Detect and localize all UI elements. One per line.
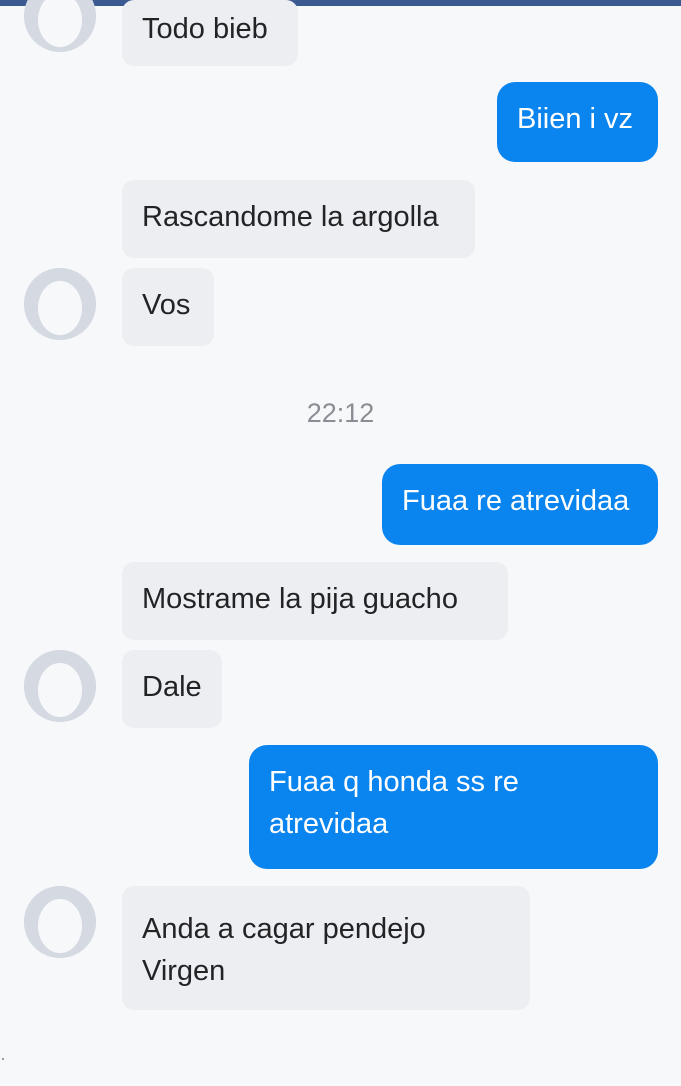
message-text: Vos — [142, 289, 191, 321]
message-text: Todo bieb — [142, 13, 268, 45]
contact-avatar-icon[interactable] — [24, 650, 96, 722]
message-text: Fuaa re atrevidaa — [402, 485, 630, 517]
message-incoming: Dale — [122, 650, 222, 728]
message-incoming: Todo bieb — [122, 0, 298, 66]
contact-avatar-icon[interactable] — [24, 0, 96, 52]
message-text: Anda a cagar pendejo Virgen — [142, 913, 426, 987]
message-outgoing: Biien i vz — [497, 82, 658, 162]
contact-avatar-icon[interactable] — [24, 886, 96, 958]
message-text: Biien i vz — [517, 103, 634, 135]
message-text: Dale — [142, 671, 202, 703]
contact-avatar-icon[interactable] — [24, 268, 96, 340]
message-text: Fuaa q honda ss re atrevidaa — [269, 766, 519, 840]
message-incoming: Mostrame la pija guacho — [122, 562, 508, 640]
message-outgoing: Fuaa q honda ss re atrevidaa — [249, 745, 658, 869]
message-text: Rascandome la argolla — [142, 201, 439, 233]
message-timestamp: 22:12 — [306, 398, 375, 428]
message-incoming: Rascandome la argolla — [122, 180, 475, 258]
message-incoming: Vos — [122, 268, 214, 346]
top-bar — [0, 0, 681, 6]
edge-dot — [2, 1058, 4, 1060]
message-text: Mostrame la pija guacho — [142, 583, 458, 615]
message-incoming: Anda a cagar pendejo Virgen — [122, 886, 530, 1010]
message-outgoing: Fuaa re atrevidaa — [382, 464, 658, 545]
